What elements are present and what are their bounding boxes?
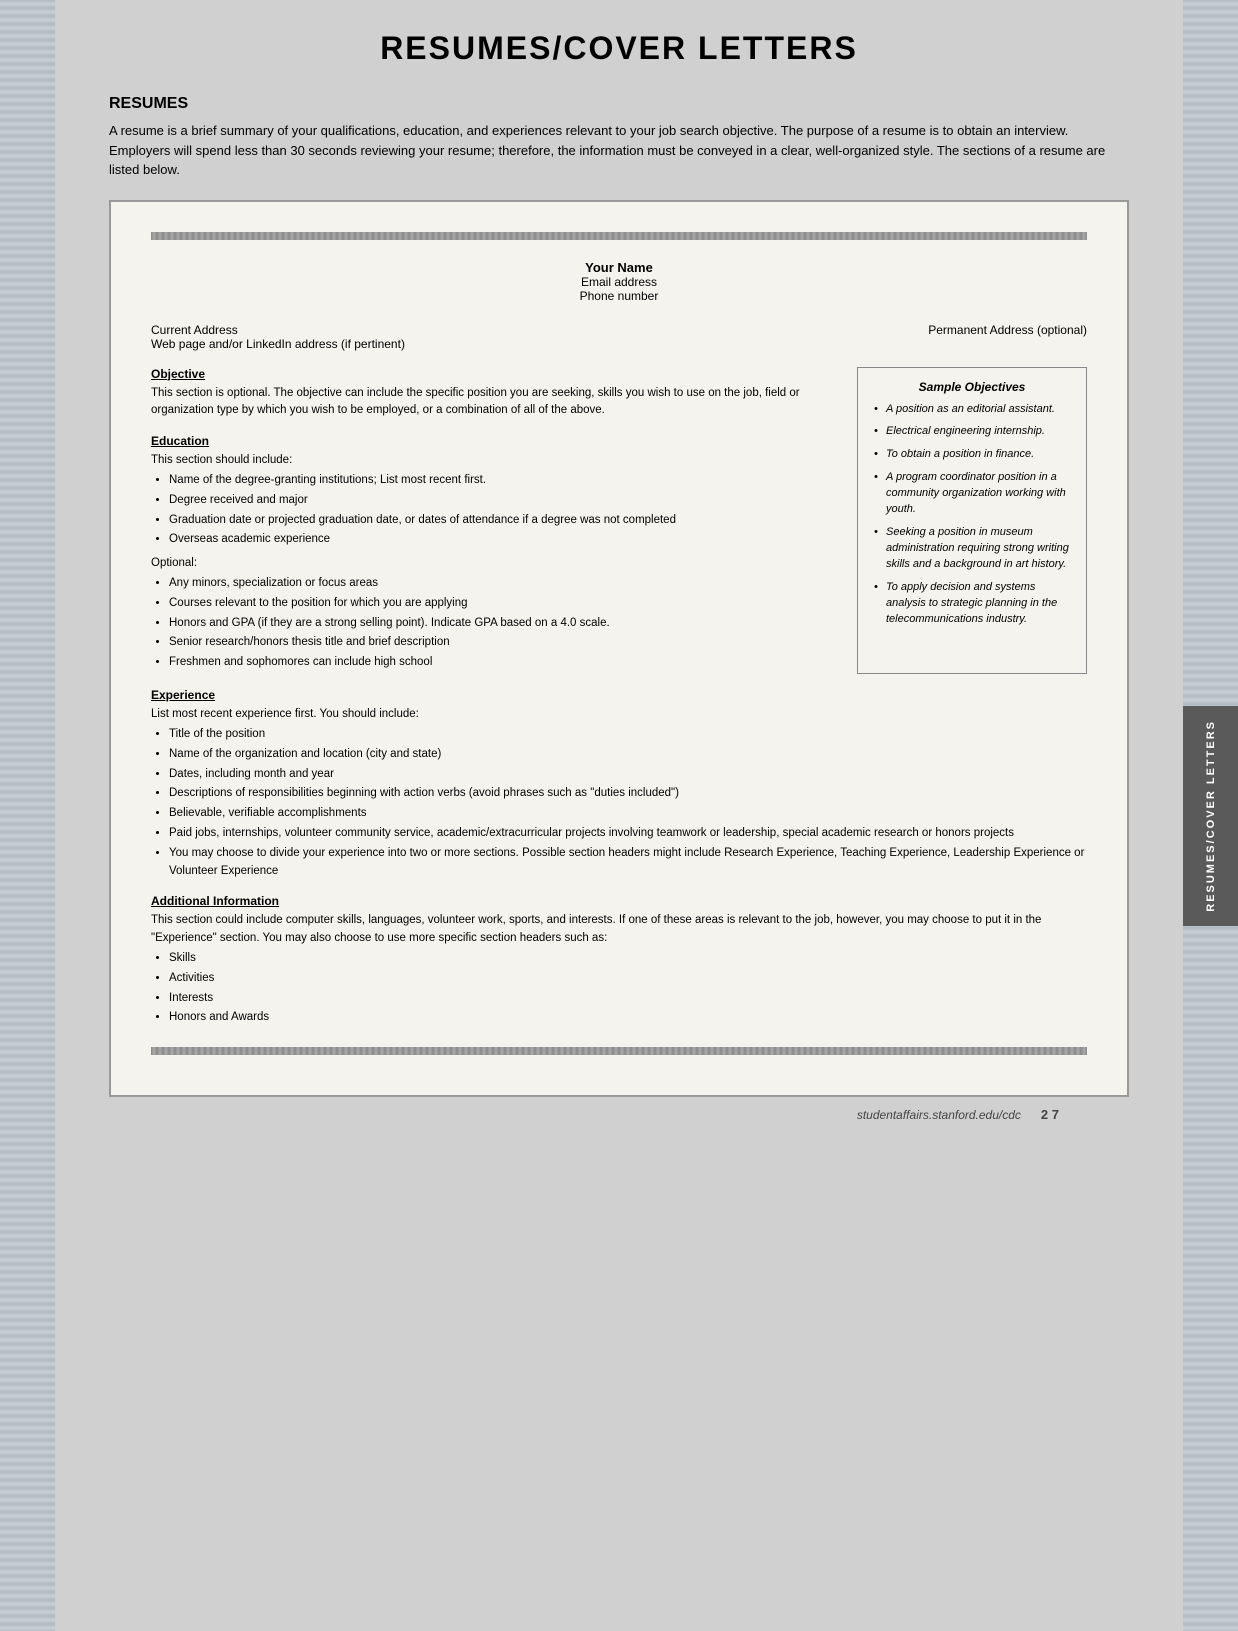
permanent-address-label: Permanent Address (optional) [928,323,1087,351]
right-tab-text: RESUMES/COVER LETTERS [1205,720,1217,912]
exp-item-7: You may choose to divide your experience… [169,845,1087,881]
objective-text: This section is optional. The objective … [151,385,837,421]
education-optional-item-2: Courses relevant to the position for whi… [169,595,837,613]
main-content: RESUMES/COVER LETTERS RESUMES A resume i… [89,0,1149,1162]
web-page-line: Web page and/or LinkedIn address (if per… [151,337,405,351]
sample-obj-4: A program coordinator position in a comm… [872,470,1072,518]
doc-bottom-border [151,1047,1087,1055]
experience-section: Experience List most recent experience f… [151,688,1087,880]
education-content: This section should include: Name of the… [151,452,837,672]
sample-obj-3: To obtain a position in finance. [872,447,1072,463]
exp-item-2: Name of the organization and location (c… [169,746,1087,764]
doc-top-border [151,232,1087,240]
document-frame: Your Name Email address Phone number Cur… [109,200,1129,1098]
education-item-4: Overseas academic experience [169,531,837,549]
education-list: Name of the degree-granting institutions… [151,472,837,549]
exp-item-5: Believable, verifiable accomplishments [169,805,1087,823]
sample-objectives-list: A position as an editorial assistant. El… [872,402,1072,628]
page-title: RESUMES/COVER LETTERS [109,30,1129,67]
resumes-heading: RESUMES [109,95,1129,113]
exp-item-3: Dates, including month and year [169,766,1087,784]
experience-title: Experience [151,688,1087,702]
education-title: Education [151,434,837,448]
page-footer: studentaffairs.stanford.edu/cdc 2 7 [109,1097,1129,1132]
additional-info-section: Additional Information This section coul… [151,894,1087,1027]
resume-email: Email address [151,275,1087,289]
education-item-3: Graduation date or projected graduation … [169,512,837,530]
sample-objectives-box: Sample Objectives A position as an edito… [857,367,1087,675]
education-optional-item-3: Honors and GPA (if they are a strong sel… [169,615,837,633]
page-container: RESUMES/COVER LETTERS RESUMES/COVER LETT… [0,0,1238,1631]
exp-item-4: Descriptions of responsibilities beginni… [169,785,1087,803]
right-tab: RESUMES/COVER LETTERS [1183,706,1238,926]
footer-page: 2 7 [1041,1107,1059,1122]
sample-obj-2: Electrical engineering internship. [872,424,1072,440]
sample-obj-1: A position as an editorial assistant. [872,402,1072,418]
additional-title: Additional Information [151,894,1087,908]
experience-intro: List most recent experience first. You s… [151,708,419,720]
objective-title: Objective [151,367,837,381]
sample-obj-5: Seeking a position in museum administrat… [872,525,1072,573]
objective-row: Objective This section is optional. The … [151,367,1087,675]
additional-list: Skills Activities Interests Honors and A… [151,950,1087,1027]
current-address-label: Current Address [151,323,405,337]
education-item-1: Name of the degree-granting institutions… [169,472,837,490]
address-row: Current Address Web page and/or LinkedIn… [151,323,1087,351]
education-item-2: Degree received and major [169,492,837,510]
additional-intro: This section could include computer skil… [151,914,1041,944]
left-decorative-border [0,0,55,1631]
education-optional-item-4: Senior research/honors thesis title and … [169,634,837,652]
add-item-4: Honors and Awards [169,1009,1087,1027]
education-intro: This section should include: [151,454,292,466]
resume-name: Your Name [151,260,1087,275]
resumes-intro-section: RESUMES A resume is a brief summary of y… [109,95,1129,180]
exp-item-1: Title of the position [169,726,1087,744]
exp-item-6: Paid jobs, internships, volunteer commun… [169,825,1087,843]
add-item-1: Skills [169,950,1087,968]
experience-content: List most recent experience first. You s… [151,706,1087,880]
add-item-3: Interests [169,990,1087,1008]
current-address-block: Current Address Web page and/or LinkedIn… [151,323,405,351]
objective-left: Objective This section is optional. The … [151,367,837,675]
education-optional-item-1: Any minors, specialization or focus area… [169,575,837,593]
resume-header: Your Name Email address Phone number [151,260,1087,303]
education-section: Education This section should include: N… [151,434,837,672]
education-optional-list: Any minors, specialization or focus area… [151,575,837,672]
resumes-intro-text: A resume is a brief summary of your qual… [109,121,1129,180]
add-item-2: Activities [169,970,1087,988]
education-optional-item-5: Freshmen and sophomores can include high… [169,654,837,672]
sample-objectives-title: Sample Objectives [872,380,1072,394]
sample-obj-6: To apply decision and systems analysis t… [872,580,1072,628]
education-optional-label: Optional: [151,555,837,573]
resume-phone: Phone number [151,289,1087,303]
experience-list: Title of the position Name of the organi… [151,726,1087,881]
additional-content: This section could include computer skil… [151,912,1087,1027]
footer-url: studentaffairs.stanford.edu/cdc [857,1108,1021,1122]
